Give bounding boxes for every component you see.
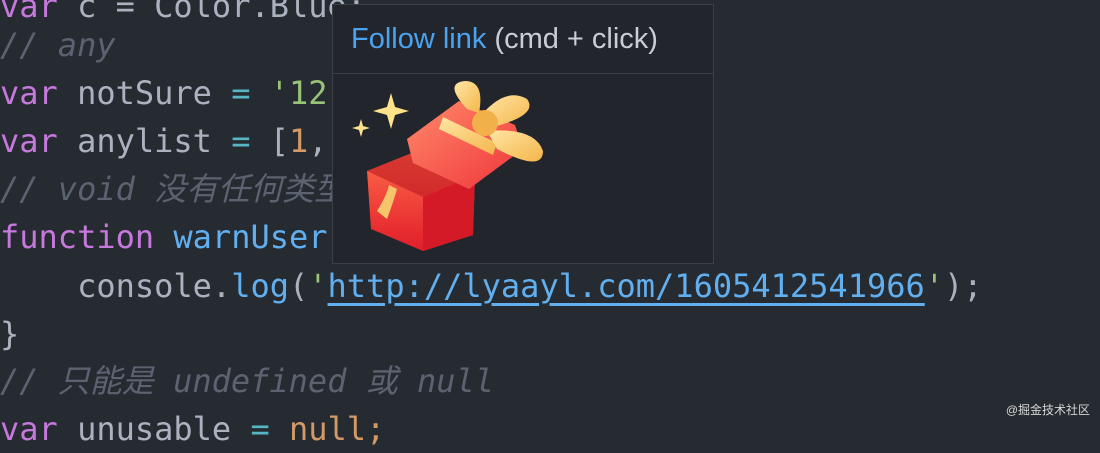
code-line: } <box>0 315 20 353</box>
watermark: @掘金技术社区 <box>1005 403 1090 417</box>
code-line: var anylist = [1, <box>0 122 328 160</box>
link-hover-tooltip: Follow link (cmd + click) <box>332 4 714 264</box>
code-line: console.log('http://lyaayl.com/160541254… <box>77 267 983 305</box>
url-link[interactable]: http://lyaayl.com/1605412541966 <box>328 267 925 305</box>
follow-link-hint: (cmd + click) <box>486 23 658 55</box>
code-line: function warnUser <box>0 218 328 256</box>
code-line-comment: // void 没有任何类型 <box>0 170 347 208</box>
follow-link[interactable]: Follow link <box>351 23 486 55</box>
code-line: var notSure = '12 <box>0 74 328 112</box>
hover-header: Follow link (cmd + click) <box>333 5 713 74</box>
code-line-comment: // any <box>0 26 116 64</box>
code-line: var unusable = null; <box>0 410 386 448</box>
code-line-comment: // 只能是 undefined 或 null <box>0 362 495 400</box>
gift-box-icon <box>352 81 543 251</box>
